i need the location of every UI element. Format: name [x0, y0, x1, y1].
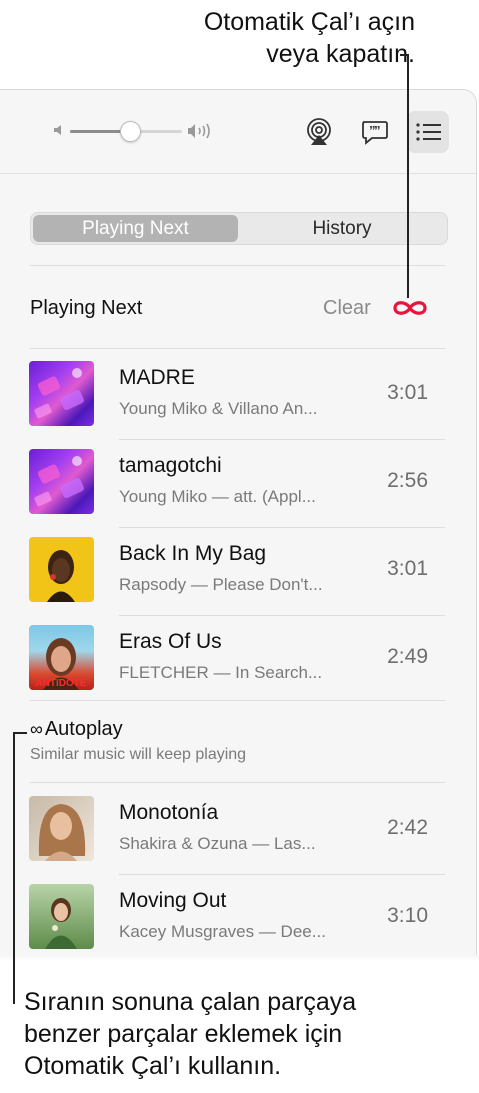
list-item[interactable]: Monotonía Shakira & Ozuna — Las... 2:42: [0, 796, 477, 884]
callout-line: Otomatik Çal’ı açın: [203, 8, 415, 36]
row-divider: [119, 439, 445, 440]
queue-tab-switcher: Playing Next History: [30, 212, 448, 245]
volume-knob[interactable]: [120, 121, 141, 142]
callout-line: Sıranın sonuna çalan parçaya: [24, 988, 357, 1016]
song-subtitle: Shakira & Ozuna — Las...: [119, 834, 316, 853]
album-art: [29, 884, 94, 949]
airplay-icon: [307, 118, 331, 145]
autoplay-section-title: ∞ Autoplay: [30, 718, 123, 741]
song-duration: 2:49: [387, 645, 428, 668]
panel-bottom-edge: [0, 955, 479, 961]
callout-autoplay-usage: Sıranın sonuna çalan parçaya benzer parç…: [24, 986, 464, 1082]
song-subtitle: Rapsody — Please Don't...: [119, 575, 323, 594]
list-item[interactable]: tamagotchi Young Miko — att. (Appl... 2:…: [0, 449, 476, 537]
tab-playing-next[interactable]: Playing Next: [33, 215, 238, 242]
callout-leader-tick: [13, 732, 27, 734]
row-divider: [119, 527, 445, 528]
row-divider: [119, 874, 445, 875]
song-subtitle: Young Miko — att. (Appl...: [119, 487, 316, 506]
album-art: [29, 361, 94, 426]
callout-line: veya kapatın.: [266, 40, 415, 68]
song-title: Monotonía: [119, 801, 219, 824]
list-item[interactable]: Back In My Bag Rapsody — Please Don't...…: [0, 537, 476, 625]
autoplay-subtitle: Similar music will keep playing: [30, 746, 247, 763]
album-art-portrait: ANTIDOTE: [35, 638, 87, 690]
album-art-portrait: [47, 550, 75, 602]
album-art-text: ANTIDOTE: [35, 678, 86, 689]
infinity-icon: ∞: [30, 719, 43, 739]
album-art: [29, 796, 94, 861]
album-art-portrait: [38, 804, 86, 861]
tab-history[interactable]: History: [240, 215, 444, 242]
song-subtitle: Young Miko & Villano An...: [119, 399, 318, 418]
song-duration: 3:10: [387, 904, 428, 927]
song-subtitle: Kacey Musgraves — Dee...: [119, 922, 326, 941]
divider: [30, 700, 445, 701]
song-duration: 3:01: [387, 557, 428, 580]
song-title: tamagotchi: [119, 454, 222, 477]
section-title-playing-next: Playing Next: [30, 297, 143, 319]
divider: [30, 265, 445, 266]
airplay-button[interactable]: [298, 111, 340, 153]
song-duration: 2:42: [387, 816, 428, 839]
callout-line: benzer parçalar eklemek için: [24, 1020, 343, 1048]
callout-leader-line: [407, 54, 409, 298]
svg-text:”: ”: [374, 123, 381, 138]
callout-line: Otomatik Çal’ı kullanın.: [24, 1052, 282, 1080]
playing-next-button[interactable]: [407, 111, 449, 153]
album-art-pattern: [34, 368, 84, 419]
song-title: MADRE: [119, 366, 195, 389]
autoplay-toggle-icon[interactable]: [391, 296, 429, 320]
song-duration: 3:01: [387, 381, 428, 404]
album-art-portrait: [45, 898, 77, 949]
lyrics-icon: ” ”: [362, 121, 388, 145]
queue-list-icon: [416, 123, 441, 141]
list-item[interactable]: MADRE Young Miko & Villano An... 3:01: [0, 361, 476, 449]
divider: [30, 348, 445, 349]
album-art: [29, 449, 94, 514]
lyrics-button[interactable]: ” ”: [353, 111, 395, 153]
song-duration: 2:56: [387, 469, 428, 492]
album-art: [29, 537, 94, 602]
speaker-low-icon: [54, 125, 61, 135]
speaker-high-icon: [188, 123, 210, 139]
album-art: ANTIDOTE: [29, 625, 94, 690]
autoplay-title: Autoplay: [44, 718, 123, 740]
callout-leader-line: [13, 732, 15, 1004]
album-art-pattern: [34, 456, 84, 507]
volume-fill: [70, 130, 124, 133]
row-divider: [119, 615, 445, 616]
song-subtitle: FLETCHER — In Search...: [119, 663, 323, 682]
divider: [30, 782, 445, 783]
song-title: Eras Of Us: [119, 630, 222, 653]
toolbar: ” ”: [0, 90, 476, 174]
callout-autoplay-toggle: Otomatik Çal’ı açın veya kapatın.: [85, 6, 415, 70]
song-title: Back In My Bag: [119, 542, 267, 565]
clear-button[interactable]: Clear: [323, 297, 371, 320]
song-title: Moving Out: [119, 889, 227, 912]
